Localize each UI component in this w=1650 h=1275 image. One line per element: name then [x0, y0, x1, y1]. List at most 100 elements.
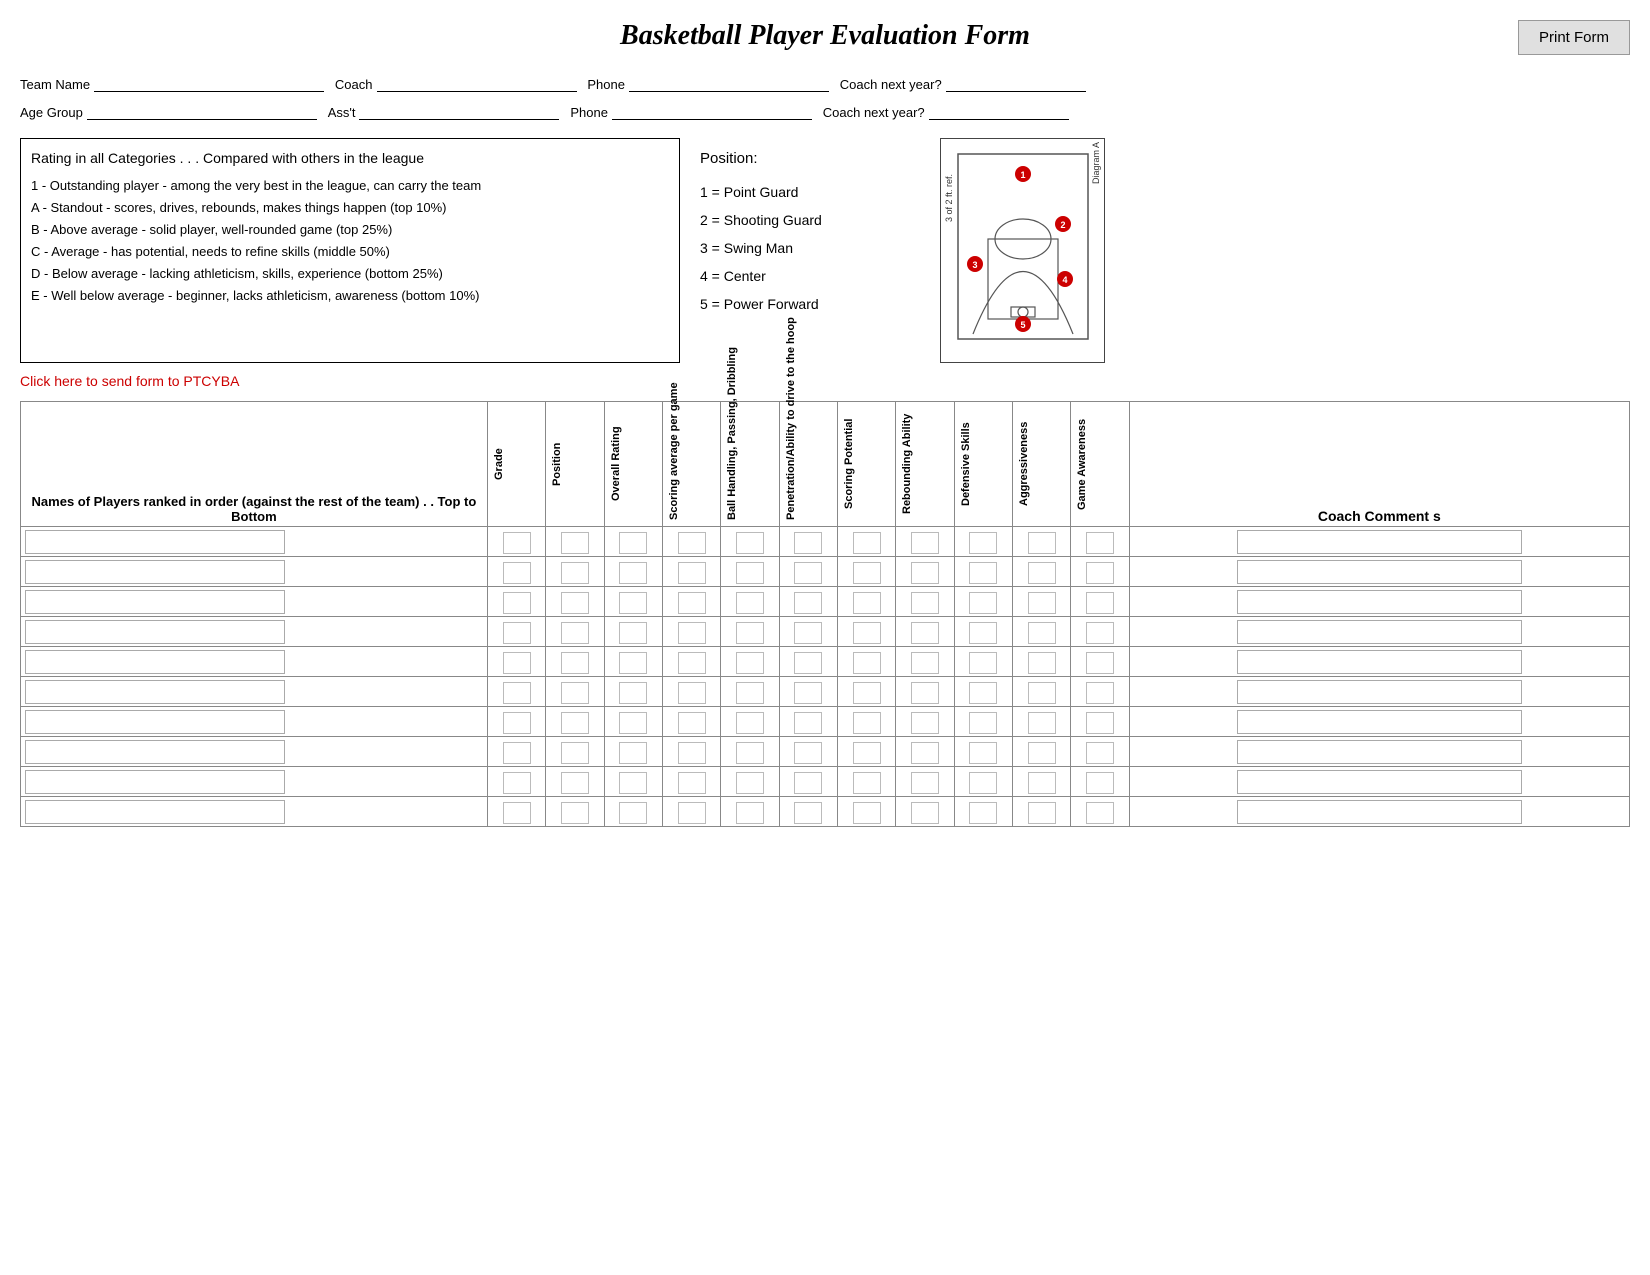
- age-group-input[interactable]: [87, 100, 317, 120]
- coach-comment-input[interactable]: [1237, 740, 1522, 764]
- cell-input-0[interactable]: [503, 742, 531, 764]
- cell-input-4[interactable]: [736, 532, 764, 554]
- cell-input-9[interactable]: [1028, 592, 1056, 614]
- cell-input-3[interactable]: [678, 802, 706, 824]
- cell-input-6[interactable]: [853, 802, 881, 824]
- cell-input-10[interactable]: [1086, 592, 1114, 614]
- cell-input-3[interactable]: [678, 532, 706, 554]
- cell-input-7[interactable]: [911, 742, 939, 764]
- cell-input-9[interactable]: [1028, 712, 1056, 734]
- cell-input-10[interactable]: [1086, 742, 1114, 764]
- cell-input-1[interactable]: [561, 652, 589, 674]
- cell-input-4[interactable]: [736, 742, 764, 764]
- coach-comment-input[interactable]: [1237, 620, 1522, 644]
- cell-input-1[interactable]: [561, 592, 589, 614]
- cell-input-0[interactable]: [503, 712, 531, 734]
- cell-input-8[interactable]: [969, 562, 997, 584]
- cell-input-10[interactable]: [1086, 802, 1114, 824]
- cell-input-3[interactable]: [678, 742, 706, 764]
- cell-input-8[interactable]: [969, 742, 997, 764]
- cell-input-5[interactable]: [794, 802, 822, 824]
- cell-input-7[interactable]: [911, 562, 939, 584]
- cell-input-4[interactable]: [736, 772, 764, 794]
- cell-input-9[interactable]: [1028, 652, 1056, 674]
- cell-input-3[interactable]: [678, 562, 706, 584]
- cell-input-8[interactable]: [969, 592, 997, 614]
- cell-input-7[interactable]: [911, 772, 939, 794]
- cell-input-9[interactable]: [1028, 532, 1056, 554]
- cell-input-10[interactable]: [1086, 562, 1114, 584]
- cell-input-3[interactable]: [678, 682, 706, 704]
- cell-input-1[interactable]: [561, 712, 589, 734]
- phone-input-2[interactable]: [612, 100, 812, 120]
- cell-input-4[interactable]: [736, 712, 764, 734]
- player-name-input[interactable]: [25, 560, 285, 584]
- cell-input-4[interactable]: [736, 592, 764, 614]
- cell-input-7[interactable]: [911, 712, 939, 734]
- cell-input-10[interactable]: [1086, 682, 1114, 704]
- cell-input-10[interactable]: [1086, 652, 1114, 674]
- cell-input-6[interactable]: [853, 742, 881, 764]
- player-name-input[interactable]: [25, 710, 285, 734]
- cell-input-5[interactable]: [794, 532, 822, 554]
- cell-input-5[interactable]: [794, 682, 822, 704]
- coach-comment-input[interactable]: [1237, 770, 1522, 794]
- cell-input-0[interactable]: [503, 682, 531, 704]
- cell-input-3[interactable]: [678, 592, 706, 614]
- cell-input-2[interactable]: [619, 712, 647, 734]
- cell-input-8[interactable]: [969, 622, 997, 644]
- cell-input-2[interactable]: [619, 682, 647, 704]
- cell-input-3[interactable]: [678, 772, 706, 794]
- player-name-input[interactable]: [25, 590, 285, 614]
- cell-input-9[interactable]: [1028, 772, 1056, 794]
- coach-comment-input[interactable]: [1237, 650, 1522, 674]
- cell-input-10[interactable]: [1086, 532, 1114, 554]
- coach-next-year-input-2[interactable]: [929, 100, 1069, 120]
- cell-input-0[interactable]: [503, 652, 531, 674]
- cell-input-5[interactable]: [794, 592, 822, 614]
- cell-input-0[interactable]: [503, 532, 531, 554]
- cell-input-5[interactable]: [794, 652, 822, 674]
- cell-input-1[interactable]: [561, 802, 589, 824]
- cell-input-7[interactable]: [911, 802, 939, 824]
- coach-comment-input[interactable]: [1237, 530, 1522, 554]
- asst-input[interactable]: [359, 100, 559, 120]
- cell-input-9[interactable]: [1028, 802, 1056, 824]
- cell-input-2[interactable]: [619, 622, 647, 644]
- cell-input-10[interactable]: [1086, 622, 1114, 644]
- cell-input-1[interactable]: [561, 772, 589, 794]
- cell-input-1[interactable]: [561, 562, 589, 584]
- cell-input-6[interactable]: [853, 652, 881, 674]
- coach-comment-input[interactable]: [1237, 680, 1522, 704]
- cell-input-9[interactable]: [1028, 622, 1056, 644]
- cell-input-9[interactable]: [1028, 742, 1056, 764]
- coach-comment-input[interactable]: [1237, 560, 1522, 584]
- cell-input-4[interactable]: [736, 802, 764, 824]
- cell-input-3[interactable]: [678, 652, 706, 674]
- player-name-input[interactable]: [25, 740, 285, 764]
- cell-input-0[interactable]: [503, 622, 531, 644]
- cell-input-5[interactable]: [794, 712, 822, 734]
- player-name-input[interactable]: [25, 620, 285, 644]
- coach-next-year-input-1[interactable]: [946, 72, 1086, 92]
- cell-input-8[interactable]: [969, 682, 997, 704]
- player-name-input[interactable]: [25, 650, 285, 674]
- cell-input-6[interactable]: [853, 562, 881, 584]
- send-form-link[interactable]: Click here to send form to PTCYBA: [20, 373, 1630, 389]
- team-name-input[interactable]: [94, 72, 324, 92]
- cell-input-0[interactable]: [503, 802, 531, 824]
- cell-input-2[interactable]: [619, 742, 647, 764]
- cell-input-7[interactable]: [911, 532, 939, 554]
- player-name-input[interactable]: [25, 680, 285, 704]
- cell-input-1[interactable]: [561, 682, 589, 704]
- cell-input-8[interactable]: [969, 532, 997, 554]
- player-name-input[interactable]: [25, 770, 285, 794]
- cell-input-2[interactable]: [619, 532, 647, 554]
- cell-input-4[interactable]: [736, 652, 764, 674]
- cell-input-9[interactable]: [1028, 562, 1056, 584]
- cell-input-3[interactable]: [678, 622, 706, 644]
- cell-input-2[interactable]: [619, 652, 647, 674]
- cell-input-4[interactable]: [736, 562, 764, 584]
- cell-input-0[interactable]: [503, 592, 531, 614]
- cell-input-2[interactable]: [619, 562, 647, 584]
